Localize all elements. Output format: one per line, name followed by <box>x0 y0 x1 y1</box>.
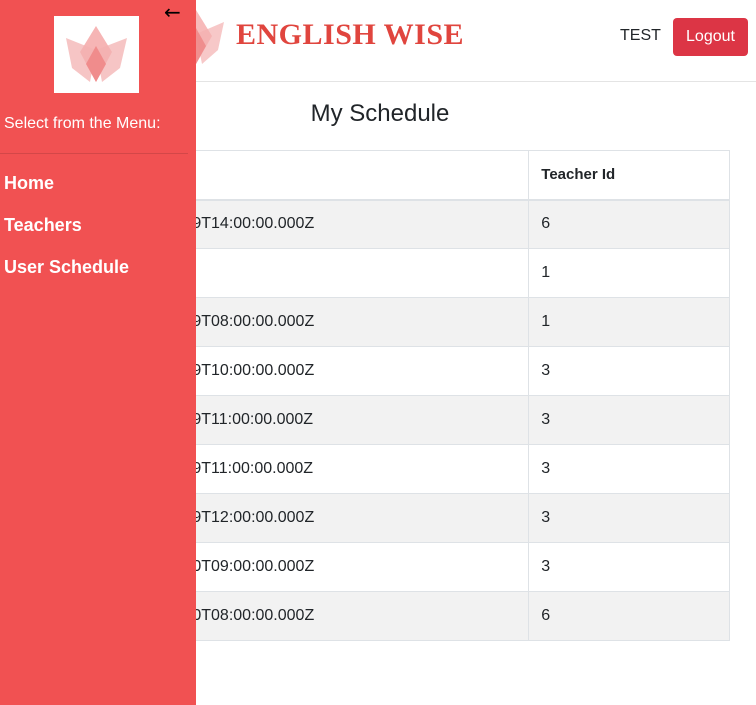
cell-teacher-id: 3 <box>528 395 730 445</box>
sidebar-item-home[interactable]: Home <box>4 173 54 194</box>
sidebar-divider <box>0 153 188 154</box>
lotus-logo <box>66 26 127 82</box>
brand-name: ENGLISH WISE <box>236 18 465 51</box>
cell-teacher-id: 3 <box>528 346 730 396</box>
logout-button[interactable]: Logout <box>673 18 748 56</box>
username-label: TEST <box>620 27 661 44</box>
cell-teacher-id: 3 <box>528 493 730 543</box>
cell-teacher-id: 3 <box>528 444 730 494</box>
menu-caption: Select from the Menu: <box>4 115 161 132</box>
sidebar-logo <box>54 16 139 93</box>
sidebar: ← Select from the Menu: Home Teachers Us… <box>0 0 196 705</box>
cell-teacher-id: 3 <box>528 542 730 592</box>
cell-teacher-id: 1 <box>528 248 730 298</box>
column-header-teacher-id: Teacher Id <box>528 150 730 201</box>
back-arrow-icon[interactable]: ← <box>164 2 181 22</box>
sidebar-item-teachers[interactable]: Teachers <box>4 215 82 236</box>
sidebar-item-user-schedule[interactable]: User Schedule <box>4 257 129 278</box>
cell-teacher-id: 6 <box>528 591 730 641</box>
cell-teacher-id: 6 <box>528 199 730 249</box>
cell-teacher-id: 1 <box>528 297 730 347</box>
